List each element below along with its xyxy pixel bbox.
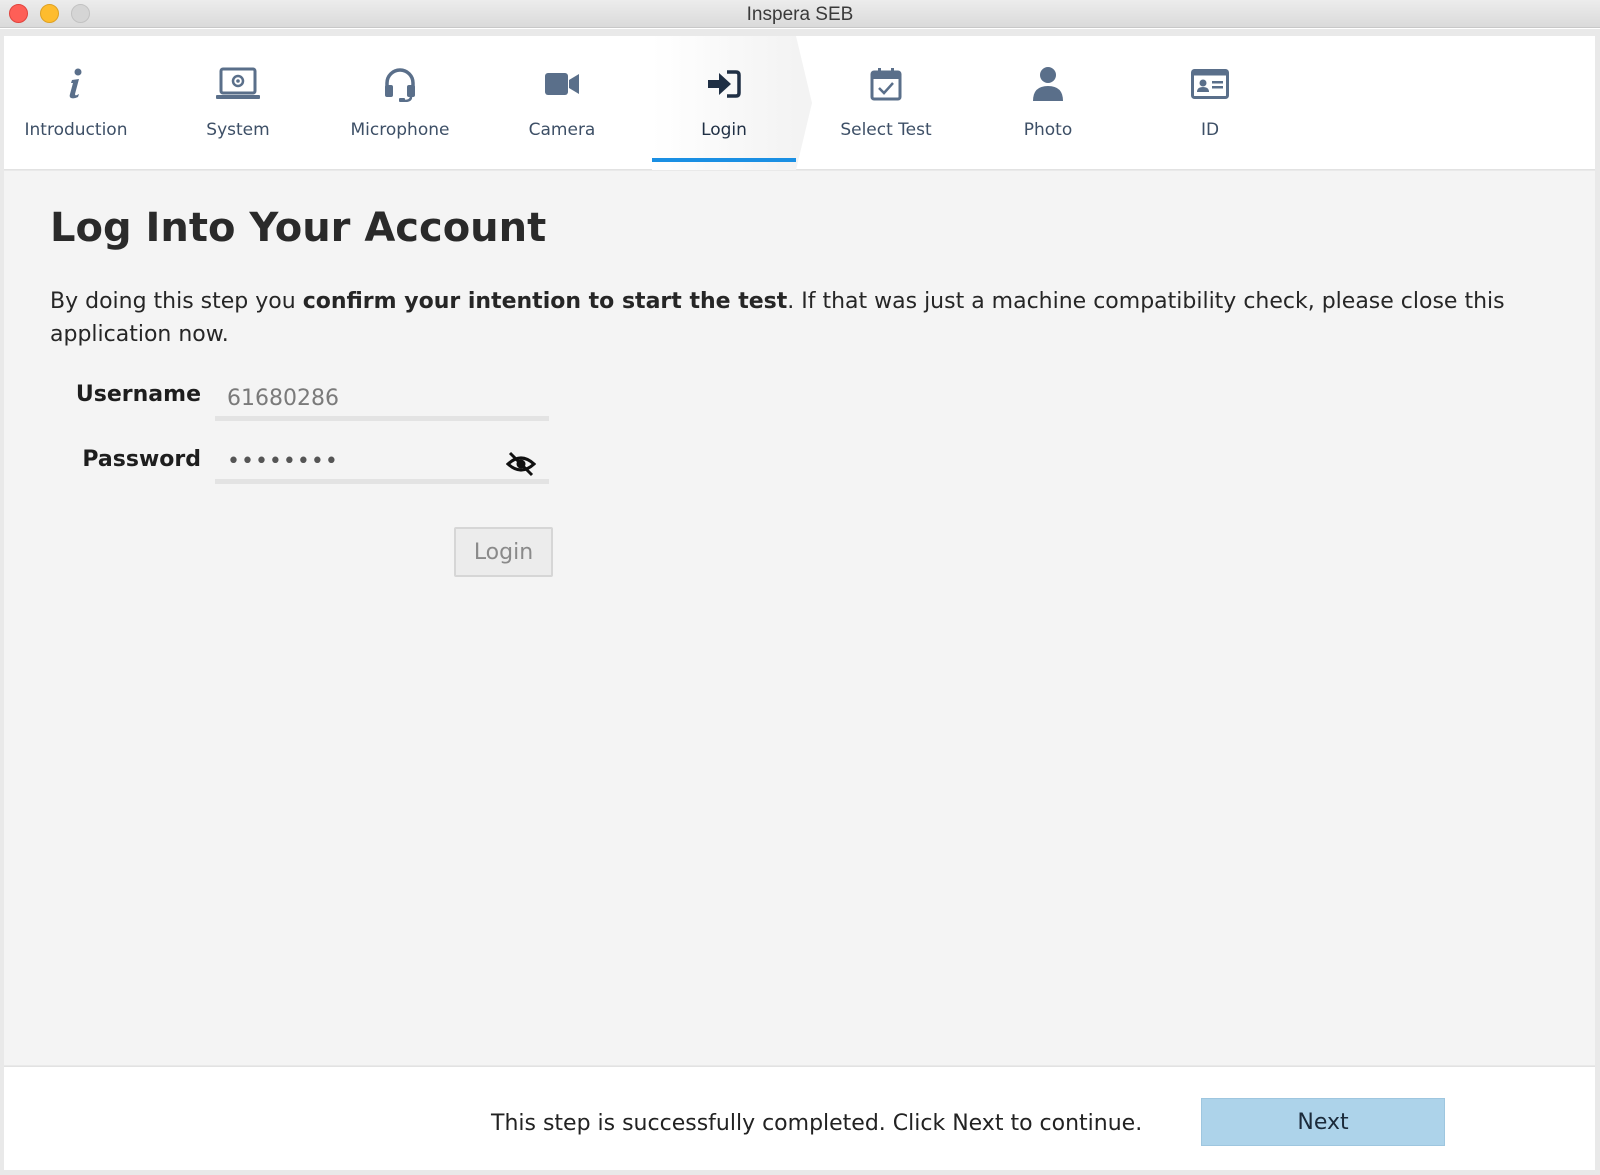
tab-label: System bbox=[206, 120, 270, 140]
step-tabbar: Introduction System Microphone Camera Lo… bbox=[4, 36, 1595, 170]
password-field-box bbox=[215, 444, 549, 484]
intro-text-emphasis: confirm your intention to start the test bbox=[302, 289, 788, 314]
username-label: Username bbox=[75, 382, 201, 407]
tab-system[interactable]: System bbox=[166, 36, 310, 170]
tab-photo[interactable]: Photo bbox=[976, 36, 1120, 170]
sign-in-icon bbox=[708, 70, 741, 98]
tab-label: ID bbox=[1200, 120, 1220, 140]
active-tab-indicator bbox=[652, 158, 796, 162]
active-tab-arrow bbox=[796, 36, 812, 170]
login-panel: Log Into Your Account By doing this step… bbox=[4, 171, 1595, 1065]
intro-text: By doing this step you confirm your inte… bbox=[50, 285, 1530, 351]
id-card-icon bbox=[1191, 69, 1229, 99]
laptop-icon bbox=[216, 67, 260, 99]
tab-login[interactable]: Login bbox=[652, 36, 796, 170]
tab-microphone[interactable]: Microphone bbox=[328, 36, 472, 170]
title-bar: Inspera SEB bbox=[0, 0, 1600, 28]
username-field-box bbox=[215, 381, 549, 421]
tab-label: Login bbox=[701, 120, 747, 140]
login-button[interactable]: Login bbox=[454, 527, 553, 577]
tab-select-test[interactable]: Select Test bbox=[814, 36, 958, 170]
video-camera-icon bbox=[545, 73, 579, 95]
tab-label: Photo bbox=[1023, 120, 1073, 140]
user-icon bbox=[1033, 67, 1063, 101]
password-input[interactable] bbox=[215, 444, 549, 479]
tab-label: Select Test bbox=[840, 120, 932, 140]
calendar-check-icon bbox=[870, 68, 902, 101]
footer-bar: This step is successfully completed. Cli… bbox=[4, 1066, 1595, 1170]
tab-camera[interactable]: Camera bbox=[490, 36, 634, 170]
tab-id[interactable]: ID bbox=[1138, 36, 1282, 170]
username-input[interactable] bbox=[215, 381, 549, 416]
status-message: This step is successfully completed. Cli… bbox=[491, 1111, 1143, 1136]
intro-text-start: By doing this step you bbox=[50, 289, 303, 314]
next-button[interactable]: Next bbox=[1201, 1098, 1445, 1146]
tab-introduction[interactable]: Introduction bbox=[4, 36, 148, 170]
headset-icon bbox=[385, 68, 415, 102]
tab-label: Introduction bbox=[24, 120, 128, 140]
window-title: Inspera SEB bbox=[746, 4, 854, 25]
tab-label: Microphone bbox=[350, 120, 450, 140]
eye-slash-icon bbox=[506, 451, 536, 477]
toggle-password-visibility-button[interactable] bbox=[505, 450, 537, 478]
info-icon bbox=[69, 68, 82, 99]
tab-label: Camera bbox=[528, 120, 596, 140]
password-label: Password bbox=[82, 447, 201, 472]
page-title: Log Into Your Account bbox=[50, 205, 547, 251]
